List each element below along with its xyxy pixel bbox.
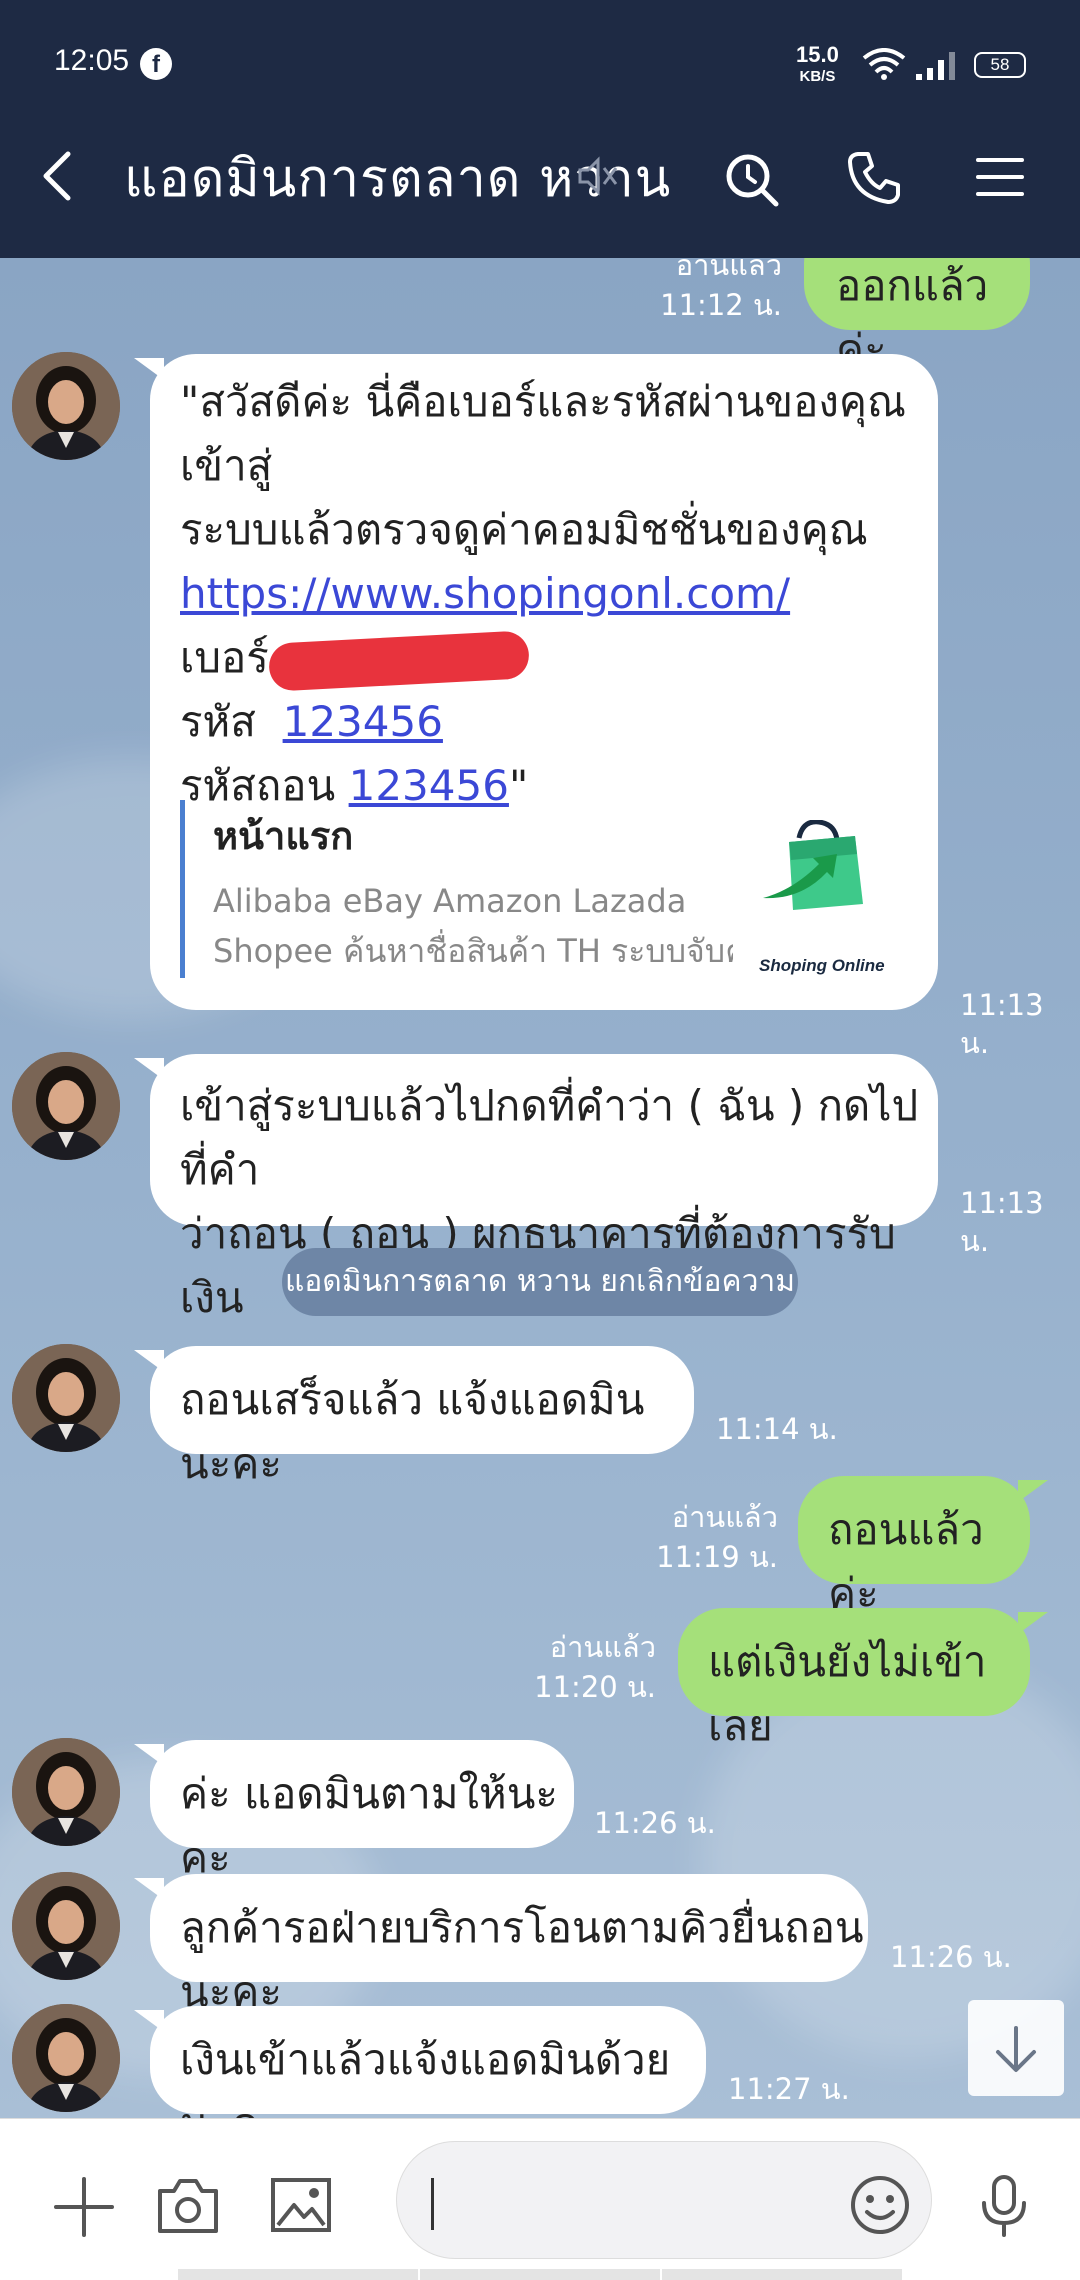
- nav-handle: [178, 2269, 418, 2280]
- image-icon[interactable]: [270, 2177, 332, 2233]
- message-time: 11:20 น.: [534, 1670, 656, 1704]
- back-icon[interactable]: [38, 148, 78, 204]
- redacted-phone-number: [267, 629, 530, 692]
- battery-indicator: 58: [974, 52, 1026, 78]
- status-time: 12:05: [54, 44, 130, 77]
- message-text: แต่เงินยังไม่เข้าเลย: [708, 1637, 987, 1750]
- scroll-to-bottom-button[interactable]: [968, 2000, 1064, 2096]
- incoming-message[interactable]: เงินเข้าแล้วแจ้งแอดมินด้วยนะคะ: [150, 2006, 706, 2118]
- message-time: 11:14 น.: [716, 1412, 838, 1446]
- mic-icon[interactable]: [976, 2173, 1032, 2237]
- network-speed: 15.0 KB/S: [796, 44, 839, 88]
- incoming-message[interactable]: ลูกค้ารอฝ่ายบริการโอนตามคิวยื่นถอนนะคะ: [150, 1874, 868, 2016]
- password-value[interactable]: 123456: [283, 697, 443, 746]
- text-caret: [431, 2178, 434, 2230]
- avatar[interactable]: [12, 1872, 120, 1980]
- wifi-icon: [862, 48, 906, 80]
- facebook-icon: f: [140, 48, 172, 80]
- message-text: เข้าสู่ระบบแล้วไปกดที่คำว่า ( ฉัน ) กดไป…: [180, 1081, 919, 1194]
- read-receipt: อ่านแล้ว: [671, 1500, 778, 1534]
- preview-title: หน้าแรก: [213, 814, 354, 858]
- avatar[interactable]: [12, 1052, 120, 1160]
- message-text: ลูกค้ารอฝ่ายบริการโอนตามคิวยื่นถอนนะคะ: [180, 1903, 864, 2016]
- message-text: ถอนเสร็จแล้ว แจ้งแอดมินนะคะ: [180, 1375, 645, 1488]
- message-input-bar: [0, 2118, 1080, 2280]
- message-time: 11:13 น.: [960, 988, 1044, 1060]
- message-text: ถอนแล้วค่ะ: [828, 1505, 984, 1618]
- message-input[interactable]: [396, 2141, 932, 2259]
- preview-description: Alibaba eBay Amazon Lazada Shopee ค้นหาช…: [213, 876, 733, 976]
- message-link[interactable]: https://www.shopingonl.com/: [180, 569, 790, 618]
- link-preview[interactable]: หน้าแรก Alibaba eBay Amazon Lazada Shope…: [180, 800, 885, 978]
- camera-icon[interactable]: [156, 2175, 220, 2235]
- search-icon[interactable]: [724, 152, 780, 208]
- message-time: 11:26 น.: [594, 1806, 716, 1840]
- message-time: 11:27 น.: [728, 2072, 850, 2106]
- message-text: เงินเข้าแล้วแจ้งแอดมินด้วยนะคะ: [180, 2035, 671, 2118]
- menu-icon[interactable]: [976, 156, 1024, 198]
- nav-handle: [420, 2269, 660, 2280]
- call-icon[interactable]: [846, 150, 902, 206]
- avatar[interactable]: [12, 1344, 120, 1452]
- mute-icon: [578, 156, 618, 196]
- read-receipt: อ่านแล้ว: [675, 258, 782, 282]
- password-label: รหัส: [180, 697, 256, 746]
- nav-handle: [662, 2269, 902, 2280]
- chat-area[interactable]: อ่านแล้ว 11:12 น. ออกแล้วค่ะ "สวัสดีค่ะ …: [0, 258, 1080, 2118]
- network-speed-unit: KB/S: [799, 68, 836, 85]
- shopping-bag-logo: Shoping Online: [759, 819, 885, 998]
- incoming-message[interactable]: ค่ะ แอดมินตามให้นะคะ: [150, 1740, 574, 1882]
- network-speed-value: 15.0: [796, 42, 839, 67]
- message-text: ค่ะ แอดมินตามให้นะคะ: [180, 1769, 558, 1882]
- message-text: "สวัสดีค่ะ นี่คือเบอร์และรหัสผ่านของคุณ …: [180, 377, 906, 490]
- message-time: 11:26 น.: [890, 1940, 1012, 1974]
- message-time: 11:12 น.: [660, 288, 782, 322]
- message-time: 11:19 น.: [656, 1540, 778, 1574]
- preview-description-line: Shopee ค้นหาชื่อสินค้า TH ระบบจับคู่อ...: [213, 932, 733, 970]
- outgoing-message[interactable]: ถอนแล้วค่ะ: [798, 1476, 1030, 1618]
- incoming-message[interactable]: "สวัสดีค่ะ นี่คือเบอร์และรหัสผ่านของคุณ …: [150, 354, 938, 1010]
- avatar[interactable]: [12, 2004, 120, 2112]
- avatar[interactable]: [12, 1738, 120, 1846]
- plus-icon[interactable]: [52, 2175, 116, 2239]
- outgoing-message[interactable]: ออกแล้วค่ะ: [804, 258, 1030, 374]
- message-time: 11:13 น.: [960, 1186, 1044, 1258]
- avatar[interactable]: [12, 352, 120, 460]
- outgoing-message[interactable]: แต่เงินยังไม่เข้าเลย: [678, 1608, 1030, 1750]
- status-bar: 12:05 f 15.0 KB/S 58: [0, 0, 1080, 96]
- preview-logo-text: Shoping Online: [759, 956, 885, 975]
- chat-header: แอดมินการตลาด หวาน: [0, 96, 1080, 258]
- system-message: แอดมินการตลาด หวาน ยกเลิกข้อความ: [282, 1248, 798, 1316]
- incoming-message[interactable]: ถอนเสร็จแล้ว แจ้งแอดมินนะคะ: [150, 1346, 694, 1488]
- preview-description-line: Alibaba eBay Amazon Lazada: [213, 882, 687, 920]
- signal-icon: [916, 52, 955, 80]
- phone-label: เบอร์: [180, 633, 269, 682]
- chevron-down-icon: [996, 2026, 1036, 2072]
- read-receipt: อ่านแล้ว: [549, 1630, 656, 1664]
- emoji-icon[interactable]: [849, 2174, 911, 2236]
- incoming-message[interactable]: เข้าสู่ระบบแล้วไปกดที่คำว่า ( ฉัน ) กดไป…: [150, 1054, 938, 1322]
- message-text: ระบบแล้วตรวจดูค่าคอมมิชชั่นของคุณ: [180, 505, 868, 554]
